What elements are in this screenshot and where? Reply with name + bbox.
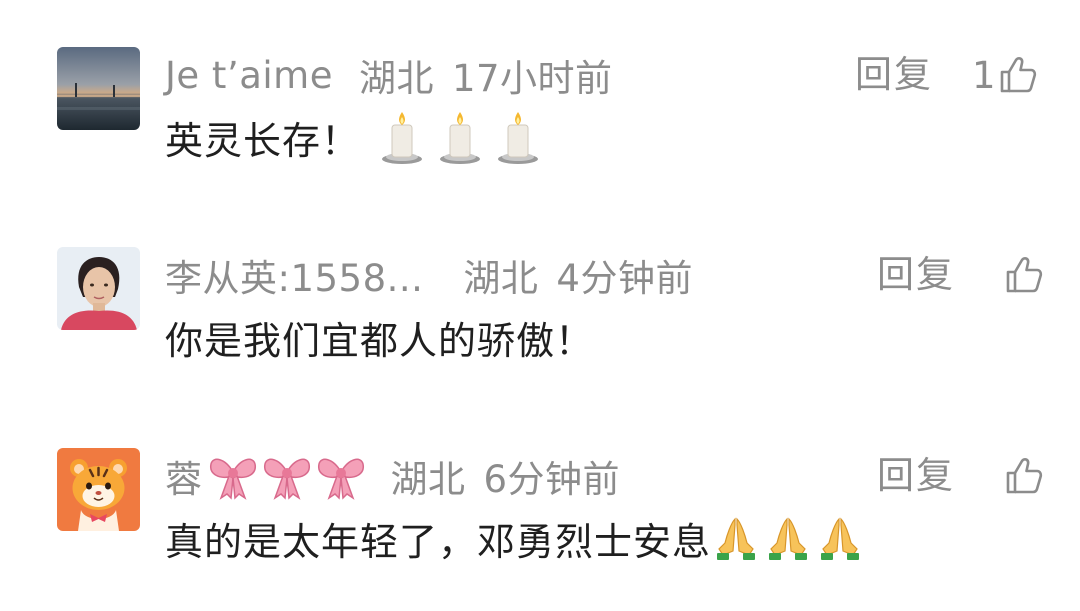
post-time: 4分钟前 [556,257,693,300]
author-emoji-group [207,452,369,500]
tiger-cartoon [57,448,140,531]
praying-hands-icon [821,517,860,560]
ribbon-bow-icon [209,458,256,500]
like-button[interactable]: 1 [972,47,1038,103]
reply-button[interactable]: 回复 [877,448,955,504]
praying-hands-icon [717,517,756,560]
candle-icon [382,112,423,164]
thumbs-up-icon [1000,57,1036,93]
author-name[interactable]: 蓉 [165,449,203,503]
thumbs-up-icon [1006,458,1043,494]
candle-icon [440,112,481,164]
ribbon-bow-icon [317,458,364,500]
avatar[interactable] [57,47,140,130]
comment-body: 真的是太年轻了，邓勇烈士安息 [165,510,869,566]
comment-meta: 李从英:1558... 湖北 4分钟前 [165,247,693,303]
like-count: 1 [972,53,996,97]
thumbs-up-icon [1006,257,1043,293]
ribbon-bow-icon [263,458,310,500]
comment-text: 英灵长存！ [165,118,361,163]
like-button[interactable] [1002,247,1044,303]
ip-region: 湖北 [390,458,466,501]
comment-meta: Je t’aime 湖北 17小时前 [165,47,613,103]
post-time: 17小时前 [451,57,613,100]
comment-body: 你是我们宜都人的骄傲！ [165,309,594,365]
reply-button[interactable]: 回复 [877,247,955,303]
ip-region: 湖北 [463,257,539,300]
author-name[interactable]: 李从英:1558... [165,248,423,302]
reply-button[interactable]: 回复 [855,47,933,103]
comment-item: Je t’aime 湖北 17小时前 回复 1 英灵长存！ [0,47,1080,207]
like-button[interactable] [1002,448,1044,504]
author-name[interactable]: Je t’aime [165,54,333,97]
sunset-sea-photo [57,47,140,130]
woman-portrait-photo [57,247,140,330]
comment-body: 英灵长存！ [165,109,554,165]
praying-emoji-group [713,515,869,561]
comment-item: 李从英:1558... 湖北 4分钟前 回复 你是我们宜都人的骄傲！ [0,247,1080,407]
avatar[interactable] [57,448,140,531]
comment-meta: 蓉 湖北 6分钟前 [165,448,620,504]
candle-emoji-group [380,109,554,165]
comment-text: 真的是太年轻了，邓勇烈士安息 [165,519,712,564]
comment-list: Je t’aime 湖北 17小时前 回复 1 英灵长存！ 李从英:1558..… [0,0,1080,611]
avatar[interactable] [57,247,140,330]
praying-hands-icon [769,517,808,560]
ip-region: 湖北 [358,57,434,100]
comment-text: 你是我们宜都人的骄傲！ [165,318,595,363]
post-time: 6分钟前 [483,458,621,501]
comment-item: 蓉 湖北 6分钟前 回复 真的是太年轻了，邓勇烈士安息 [0,448,1080,608]
candle-icon [498,112,539,164]
